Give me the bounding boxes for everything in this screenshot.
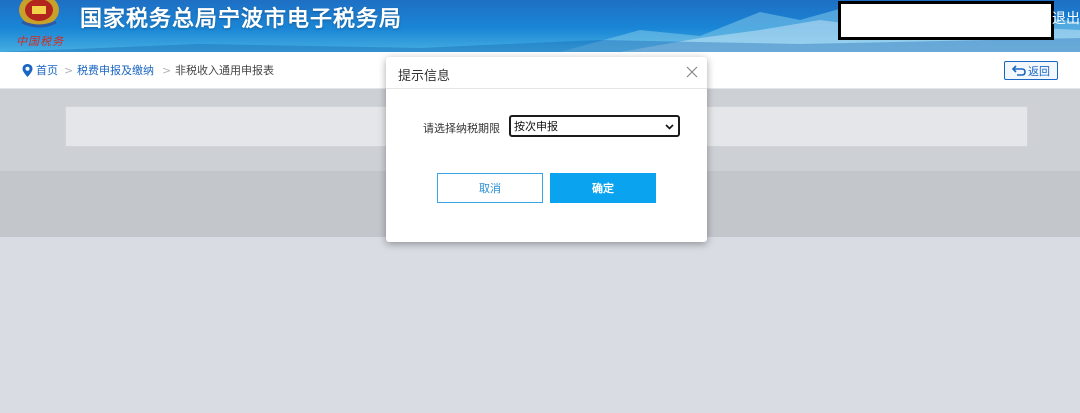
close-icon[interactable] bbox=[686, 66, 698, 78]
back-button[interactable]: 返回 bbox=[1004, 61, 1058, 80]
logo-text: 中国税务 bbox=[16, 35, 64, 48]
dialog-divider bbox=[386, 88, 707, 89]
user-info-box bbox=[838, 1, 1054, 40]
site-title: 国家税务总局宁波市电子税务局 bbox=[80, 7, 403, 32]
tax-period-selected-value: 按次申报 bbox=[514, 120, 558, 133]
cancel-button[interactable]: 取消 bbox=[437, 173, 543, 203]
return-arrow-icon bbox=[1012, 65, 1026, 76]
site-header: 中国税务 国家税务总局宁波市电子税务局 退出 bbox=[0, 0, 1080, 52]
breadcrumb-separator: > bbox=[162, 64, 172, 77]
logout-link[interactable]: 退出 bbox=[1052, 8, 1080, 28]
breadcrumb-home[interactable]: 首页 bbox=[36, 64, 58, 78]
back-button-label: 返回 bbox=[1028, 64, 1050, 78]
breadcrumb-separator: > bbox=[64, 64, 74, 77]
tax-emblem-icon bbox=[19, 0, 59, 28]
tax-period-select[interactable]: 按次申报 bbox=[509, 115, 680, 137]
prompt-dialog: 提示信息 请选择纳税期限 按次申报 取消 确定 bbox=[386, 57, 707, 242]
map-pin-icon bbox=[22, 64, 33, 77]
chevron-down-icon bbox=[665, 124, 674, 130]
dialog-title: 提示信息 bbox=[398, 69, 451, 84]
confirm-button[interactable]: 确定 bbox=[550, 173, 656, 203]
breadcrumb-tax-filing[interactable]: 税费申报及缴纳 bbox=[77, 64, 154, 78]
tax-period-label: 请选择纳税期限 bbox=[423, 122, 500, 135]
breadcrumb-current: 非税收入通用申报表 bbox=[175, 64, 274, 77]
